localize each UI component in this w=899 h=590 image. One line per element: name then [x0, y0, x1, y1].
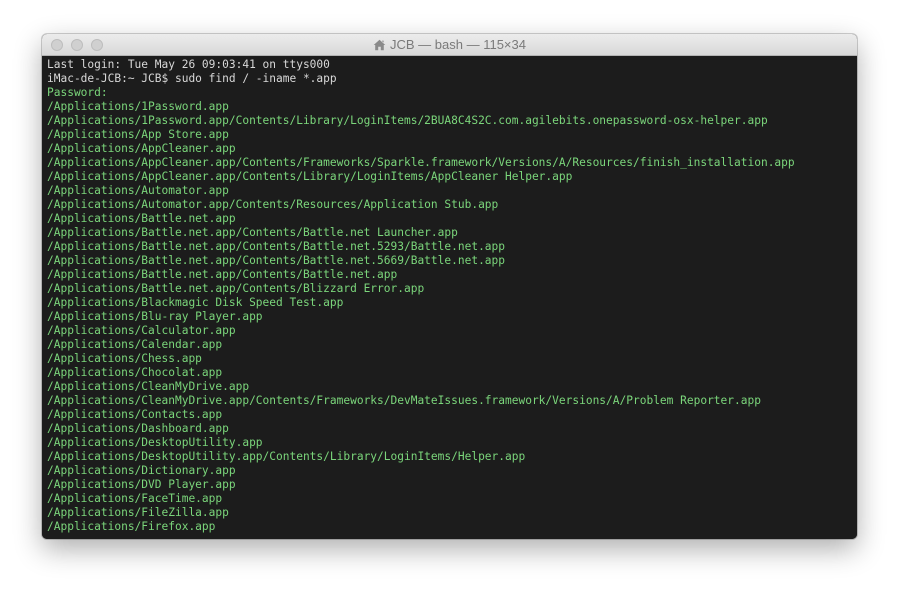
output-line: /Applications/Calendar.app	[47, 338, 223, 351]
output-line: /Applications/Battle.net.app/Contents/Bl…	[47, 282, 425, 295]
terminal-output[interactable]: Last login: Tue May 26 09:03:41 on ttys0…	[42, 56, 857, 539]
output-line: /Applications/DesktopUtility.app	[47, 436, 263, 449]
output-line: /Applications/Automator.app/Contents/Res…	[47, 198, 499, 211]
window-title: JCB — bash — 115×34	[390, 37, 526, 52]
output-line: /Applications/Dashboard.app	[47, 422, 229, 435]
output-line: /Applications/Automator.app	[47, 184, 229, 197]
output-line: /Applications/Battle.net.app/Contents/Ba…	[47, 226, 458, 239]
home-icon	[373, 36, 386, 58]
output-line: /Applications/AppCleaner.app/Contents/Li…	[47, 170, 573, 183]
title-bar[interactable]: JCB — bash — 115×34	[42, 34, 857, 56]
output-line: /Applications/Blackmagic Disk Speed Test…	[47, 296, 344, 309]
output-line: /Applications/DVD Player.app	[47, 478, 236, 491]
output-line: /Applications/Dictionary.app	[47, 464, 236, 477]
output-line: /Applications/App Store.app	[47, 128, 229, 141]
output-line: /Applications/Battle.net.app/Contents/Ba…	[47, 240, 506, 253]
output-line: /Applications/FaceTime.app	[47, 492, 223, 505]
output-line: /Applications/Firefox.app	[47, 520, 216, 533]
output-line: /Applications/Chess.app	[47, 352, 202, 365]
output-line: /Applications/CleanMyDrive.app/Contents/…	[47, 394, 761, 407]
output-line: /Applications/FileZilla.app	[47, 506, 229, 519]
window-title-wrap: JCB — bash — 115×34	[42, 34, 857, 56]
output-line: /Applications/Battle.net.app	[47, 212, 236, 225]
find-results: /Applications/1Password.app/Applications…	[47, 100, 852, 534]
output-line: /Applications/CleanMyDrive.app	[47, 380, 250, 393]
output-line: /Applications/Calculator.app	[47, 324, 236, 337]
output-line: /Applications/Blu-ray Player.app	[47, 310, 263, 323]
output-line: /Applications/Chocolat.app	[47, 366, 223, 379]
terminal-window: JCB — bash — 115×34 Last login: Tue May …	[42, 34, 857, 539]
output-line: /Applications/Contacts.app	[47, 408, 223, 421]
output-line: /Applications/AppCleaner.app/Contents/Fr…	[47, 156, 795, 169]
output-line: /Applications/Battle.net.app/Contents/Ba…	[47, 254, 506, 267]
last-login-line: Last login: Tue May 26 09:03:41 on ttys0…	[47, 58, 330, 71]
command-prompt-line: iMac-de-JCB:~ JCB$ sudo find / -iname *.…	[47, 72, 337, 85]
output-line: /Applications/AppCleaner.app	[47, 142, 236, 155]
output-line: /Applications/Battle.net.app/Contents/Ba…	[47, 268, 398, 281]
password-prompt-line: Password:	[47, 86, 108, 99]
output-line: /Applications/1Password.app	[47, 100, 229, 113]
output-line: /Applications/DesktopUtility.app/Content…	[47, 450, 526, 463]
output-line: /Applications/1Password.app/Contents/Lib…	[47, 114, 768, 127]
